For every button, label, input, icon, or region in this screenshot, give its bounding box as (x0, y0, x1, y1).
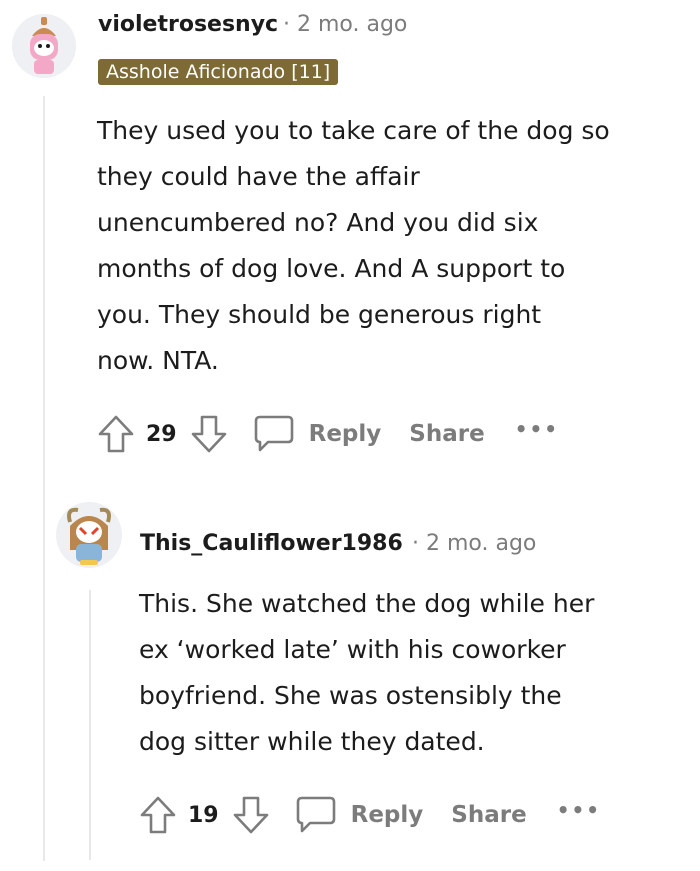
thread-line-inner[interactable] (89, 590, 91, 860)
avatar-image (56, 502, 122, 568)
reply-icon[interactable] (253, 414, 295, 454)
reply-button[interactable]: Reply (309, 421, 382, 447)
upvote-icon[interactable] (138, 795, 178, 835)
avatar-image (12, 14, 76, 78)
more-options-button[interactable]: ••• (557, 798, 601, 822)
comment-body: This. She watched the dog while her ex ‘… (139, 589, 595, 756)
vote-count: 29 (146, 421, 177, 447)
comment-username[interactable]: violetrosesnyc (98, 12, 278, 37)
comment-body: They used you to take care of the dog so… (97, 116, 610, 375)
thread-line-outer[interactable] (43, 96, 45, 861)
share-button[interactable]: Share (409, 421, 484, 447)
comment-username[interactable]: This_Cauliflower1986 (140, 531, 403, 556)
avatar[interactable] (56, 502, 122, 568)
reply-icon[interactable] (295, 795, 337, 835)
vote-count: 19 (188, 802, 219, 828)
comment-actions: 29 Reply Share ••• (96, 414, 559, 454)
user-flair: Asshole Aficionado [11] (98, 59, 339, 85)
comment-meta: · 2 mo. ago (283, 12, 407, 37)
more-options-button[interactable]: ••• (515, 417, 559, 441)
meta-separator: · (412, 531, 419, 556)
comment-timestamp[interactable]: 2 mo. ago (426, 531, 536, 556)
downvote-icon[interactable] (189, 414, 229, 454)
share-button[interactable]: Share (451, 802, 526, 828)
upvote-icon[interactable] (96, 414, 136, 454)
comment-timestamp[interactable]: 2 mo. ago (297, 12, 407, 37)
comment-meta: · 2 mo. ago (412, 531, 536, 556)
reply-button[interactable]: Reply (351, 802, 424, 828)
comment-actions: 19 Reply Share ••• (138, 795, 601, 835)
meta-separator: · (283, 12, 290, 37)
avatar[interactable] (12, 14, 76, 78)
downvote-icon[interactable] (231, 795, 271, 835)
